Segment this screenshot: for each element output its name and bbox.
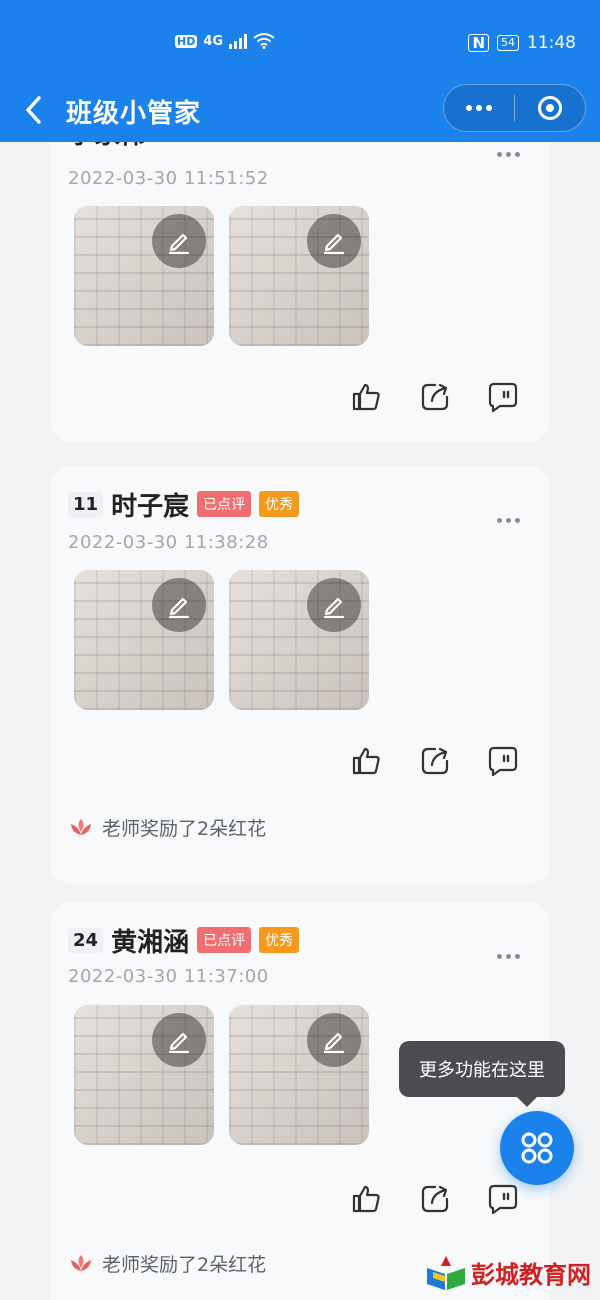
more-options-button[interactable] — [497, 518, 520, 523]
chevron-left-icon — [26, 96, 41, 124]
comment-icon[interactable] — [486, 1182, 520, 1216]
miniprogram-capsule — [443, 84, 586, 132]
more-options-button[interactable] — [497, 152, 520, 157]
share-icon[interactable] — [418, 744, 452, 778]
feature-tooltip: 更多功能在这里 — [399, 1041, 565, 1107]
network-gen-label: 4G — [203, 33, 224, 49]
pencil-icon — [323, 1032, 345, 1054]
homework-photo[interactable] — [74, 206, 214, 346]
edit-photo-button[interactable] — [152, 1013, 206, 1067]
edit-photo-button[interactable] — [152, 214, 206, 268]
student-name: 时子宸 — [111, 491, 190, 522]
network-indicators: HD 4G — [175, 33, 275, 49]
post-header: 李家伟 — [68, 142, 146, 150]
excellent-badge: 优秀 — [259, 927, 300, 953]
red-flower-icon — [71, 1254, 91, 1271]
post-timestamp: 2022-03-30 11:37:00 — [68, 966, 269, 987]
nfc-icon: N — [468, 34, 489, 52]
book-logo-icon — [427, 1256, 465, 1290]
thumb-up-icon[interactable] — [350, 744, 384, 778]
comment-icon[interactable] — [486, 744, 520, 778]
more-features-fab[interactable] — [500, 1111, 574, 1185]
excellent-badge: 优秀 — [259, 491, 300, 517]
clock: 11:48 — [527, 33, 576, 53]
post-card: 李家伟 2022-03-30 11:51:52 — [50, 142, 550, 442]
homework-photo[interactable] — [229, 206, 369, 346]
edit-photo-button[interactable] — [152, 578, 206, 632]
pencil-icon — [168, 597, 190, 619]
edit-photo-button[interactable] — [307, 578, 361, 632]
red-flower-icon — [71, 818, 91, 835]
pencil-icon — [323, 597, 345, 619]
page-title: 班级小管家 — [66, 99, 202, 129]
post-timestamp: 2022-03-30 11:51:52 — [68, 168, 269, 189]
comment-icon[interactable] — [486, 380, 520, 414]
homework-photo[interactable] — [229, 1005, 369, 1145]
capsule-menu-button[interactable] — [444, 85, 514, 131]
signal-icon — [229, 33, 248, 49]
post-actions — [350, 744, 520, 778]
post-actions — [350, 1182, 520, 1216]
edit-photo-button[interactable] — [307, 214, 361, 268]
back-button[interactable] — [20, 92, 50, 128]
thumb-up-icon[interactable] — [350, 1182, 384, 1216]
post-header: 24 黄湘涵 已点评 优秀 — [68, 922, 300, 958]
more-options-button[interactable] — [497, 954, 520, 959]
reviewed-badge: 已点评 — [197, 491, 252, 517]
status-bar: HD 4G N 54 11:48 — [0, 0, 600, 80]
hd-badge: HD — [175, 34, 198, 48]
reward-text: 老师奖励了2朵红花 — [102, 818, 267, 840]
homework-photo[interactable] — [74, 570, 214, 710]
capsule-close-button[interactable] — [515, 85, 585, 131]
share-icon[interactable] — [418, 1182, 452, 1216]
student-number: 11 — [68, 491, 104, 517]
student-name: 黄湘涵 — [111, 927, 190, 958]
post-timestamp: 2022-03-30 11:38:28 — [68, 532, 269, 553]
site-watermark: 彭城教育网 — [425, 1252, 591, 1292]
student-name: 李家伟 — [68, 142, 146, 151]
edit-photo-button[interactable] — [307, 1013, 361, 1067]
homework-photo[interactable] — [229, 570, 369, 710]
title-bar: 班级小管家 — [0, 80, 600, 142]
reward-note: 老师奖励了2朵红花 — [68, 1250, 266, 1277]
post-card: 11 时子宸 已点评 优秀 2022-03-30 11:38:28 老师奖励了2… — [50, 466, 550, 884]
more-dots-icon — [466, 105, 492, 111]
post-card: 24 黄湘涵 已点评 优秀 2022-03-30 11:37:00 老师奖励了2… — [50, 902, 550, 1300]
reviewed-badge: 已点评 — [197, 927, 252, 953]
thumb-up-icon[interactable] — [350, 380, 384, 414]
reward-note: 老师奖励了2朵红花 — [68, 814, 266, 841]
post-header: 11 时子宸 已点评 优秀 — [68, 486, 300, 522]
share-icon[interactable] — [418, 380, 452, 414]
wifi-icon — [253, 33, 275, 49]
pencil-icon — [168, 233, 190, 255]
battery-indicator: 54 — [497, 35, 519, 51]
watermark-text: 彭城教育网 — [471, 1259, 591, 1289]
pencil-icon — [323, 233, 345, 255]
student-number: 24 — [68, 927, 104, 953]
status-right: N 54 11:48 — [468, 33, 576, 53]
pencil-icon — [168, 1032, 190, 1054]
post-actions — [350, 380, 520, 414]
homework-photo[interactable] — [74, 1005, 214, 1145]
close-target-icon — [538, 96, 562, 120]
grid-menu-icon — [521, 1132, 553, 1164]
reward-text: 老师奖励了2朵红花 — [102, 1254, 267, 1276]
